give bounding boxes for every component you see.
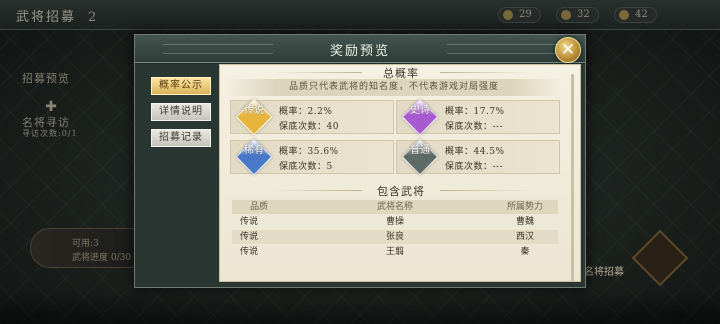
- rate-box-rare: 稀有 概率：35.6% 保底次数：5: [230, 138, 394, 176]
- close-button[interactable]: ✕: [555, 37, 581, 63]
- side-item-preview: 招募预览: [22, 72, 70, 85]
- resource-counter: 29: [498, 7, 541, 23]
- rate-line: 概率：2.2%: [279, 107, 333, 117]
- plus-icon: ✚: [45, 99, 57, 115]
- rate-box-legendary: 传说 概率：2.2% 保底次数：40: [230, 98, 394, 136]
- side-item-count: 寻访次数:0/1: [22, 129, 78, 138]
- generals-table-header: 品质 武将名称 所属势力: [232, 200, 558, 214]
- reward-preview-modal: 奖励预览 ✕ 概率公示 详情说明 招募记录 总概率 品质只代表武将的知名度，不代…: [134, 34, 586, 288]
- tab-records[interactable]: 招募记录: [151, 129, 211, 147]
- screen-title: 武将招募 2: [16, 10, 99, 25]
- close-icon: ✕: [560, 40, 576, 60]
- modal-header: 奖励预览: [135, 35, 585, 63]
- table-row: 传说 张良 西汉: [232, 230, 558, 244]
- column-header: 所属势力: [506, 202, 543, 212]
- cell-faction: 秦: [520, 247, 530, 257]
- modal-body: 概率公示 详情说明 招募记录 总概率 品质只代表武将的知名度，不代表游戏对局强度…: [135, 64, 585, 287]
- resource-counter: 42: [614, 7, 657, 23]
- quality-note: 品质只代表武将的知名度，不代表游戏对局强度: [226, 79, 562, 96]
- tab-probability[interactable]: 概率公示: [151, 77, 211, 95]
- pity-line: 保底次数：---: [445, 122, 504, 132]
- progress-card-line1: 可用:3: [72, 239, 99, 249]
- progress-card-line2: 武将进度 0/30: [72, 253, 132, 263]
- cell-faction: 曹魏: [515, 217, 534, 227]
- rate-line: 概率：35.6%: [279, 147, 339, 157]
- quality-name: 史诗: [410, 105, 430, 116]
- section-title-generals: 包含武将: [232, 183, 570, 199]
- content-panel[interactable]: 总概率 品质只代表武将的知名度，不代表游戏对局强度 传说 概率：2.2% 保底次…: [219, 64, 581, 282]
- recruit-button-label: 名将招募: [584, 267, 624, 278]
- table-row: 传说 王翦 秦: [232, 245, 558, 259]
- pity-line: 保底次数：40: [279, 122, 339, 132]
- pity-line: 保底次数：5: [279, 162, 333, 172]
- cell-faction: 西汉: [515, 232, 534, 242]
- quality-name: 普通: [410, 145, 430, 156]
- modal-title: 奖励预览: [329, 44, 390, 59]
- scrollbar[interactable]: [571, 74, 574, 282]
- table-row: 传说 曹操 曹魏: [232, 215, 558, 229]
- rate-box-epic: 史诗 概率：17.7% 保底次数：---: [396, 98, 560, 136]
- quality-name: 传说: [244, 105, 264, 116]
- rate-box-common: 普通 概率：44.5% 保底次数：---: [396, 138, 560, 176]
- rate-line: 概率：44.5%: [445, 147, 505, 157]
- pity-line: 保底次数：---: [445, 162, 504, 172]
- rate-line: 概率：17.7%: [445, 107, 505, 117]
- background-footer: [0, 290, 720, 324]
- tab-details[interactable]: 详情说明: [151, 103, 211, 121]
- resource-counter: 32: [556, 7, 599, 23]
- top-bar: 武将招募 2 29 32 42: [0, 0, 720, 30]
- quality-name: 稀有: [244, 145, 264, 156]
